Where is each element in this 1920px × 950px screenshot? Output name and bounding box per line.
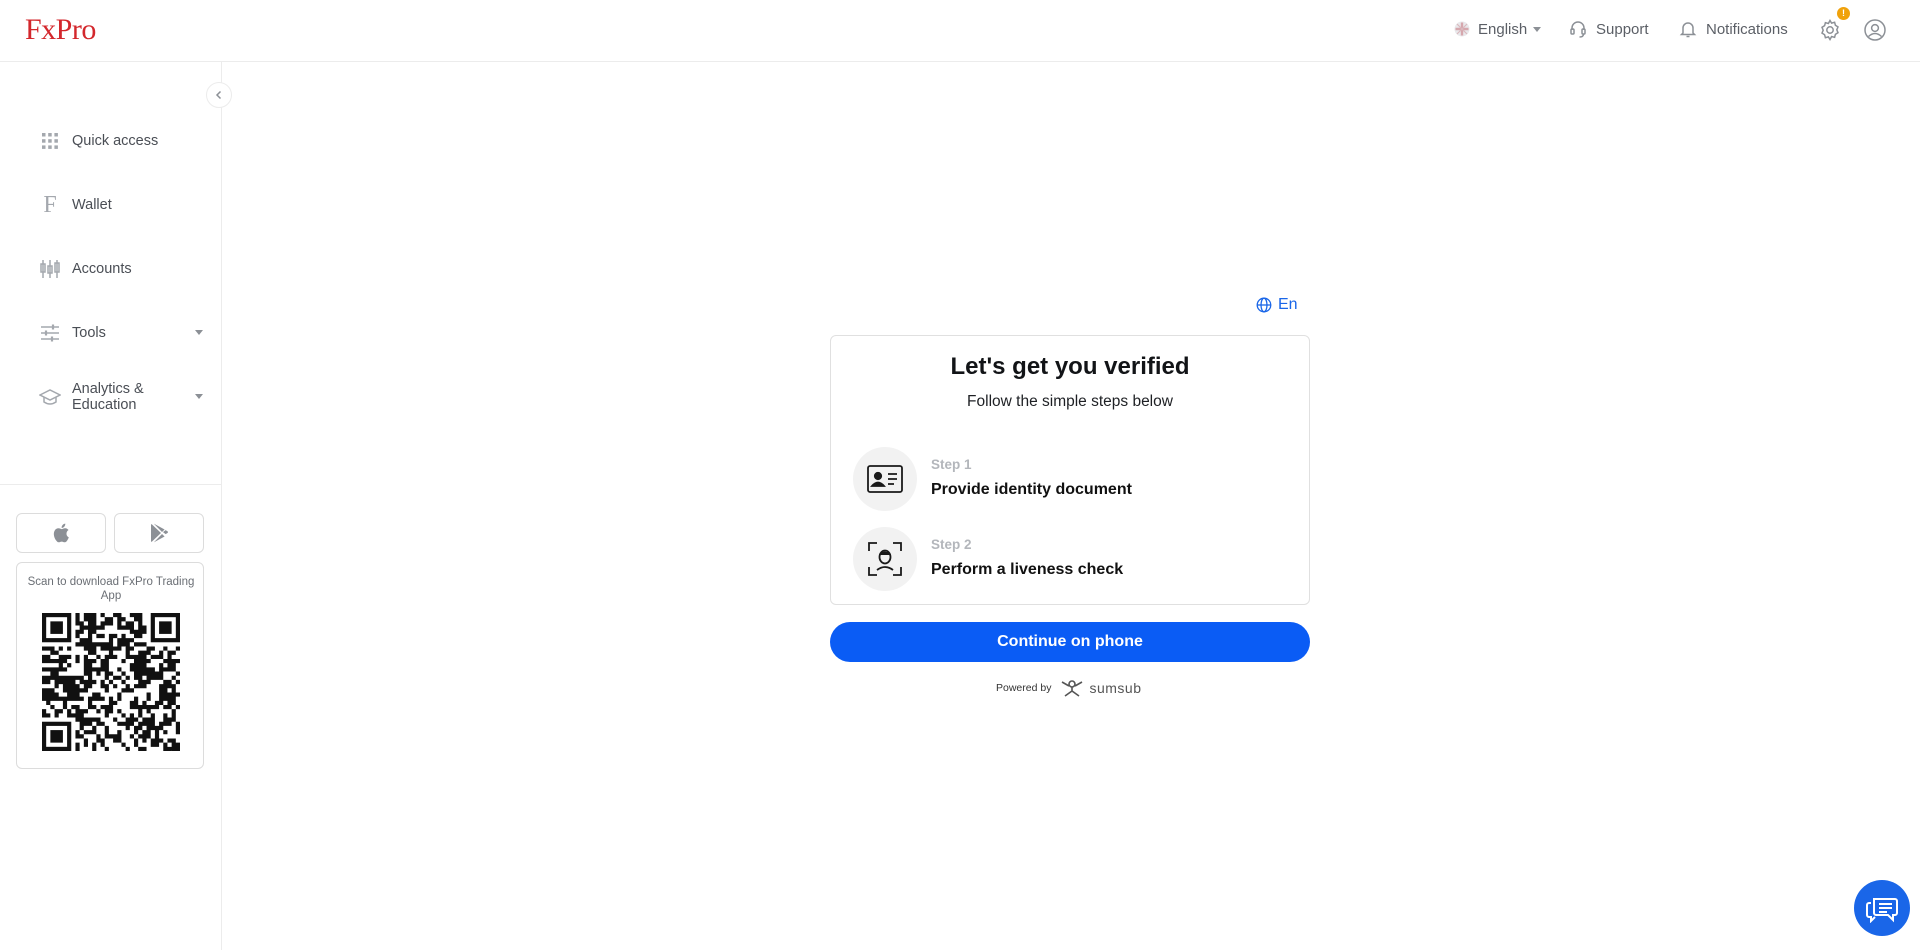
support-link[interactable]: Support (1568, 18, 1649, 40)
grid-icon (38, 129, 62, 153)
chevron-down-icon (195, 330, 203, 335)
verification-subtitle: Follow the simple steps below (967, 393, 1173, 410)
powered-by-sumsub: Powered by sumsub (996, 678, 1141, 698)
powered-by-label: Powered by (996, 682, 1052, 694)
sidebar-collapse-button[interactable] (206, 82, 232, 108)
sidebar-item-label: Quick access (72, 133, 159, 149)
chevron-left-icon (215, 90, 222, 100)
verification-title: Let's get you verified (950, 353, 1190, 380)
sidebar-item-quick-access[interactable]: Quick access (38, 121, 203, 161)
sidebar-item-accounts[interactable]: Accounts (38, 249, 203, 289)
notifications-link[interactable]: Notifications (1678, 18, 1788, 40)
sidebar-divider (0, 484, 221, 485)
bell-icon (1679, 22, 1697, 38)
step-number: Step 2 (931, 537, 972, 552)
verification-language-label: En (1278, 296, 1298, 313)
globe-icon (1256, 297, 1272, 313)
verification-language-selector[interactable]: En (1256, 296, 1298, 314)
uk-flag-icon (1454, 21, 1470, 37)
google-play-icon (151, 523, 168, 543)
fxpro-logo[interactable]: FxPro (25, 13, 96, 47)
qr-download-panel: Scan to download FxPro Trading App (16, 562, 204, 769)
language-selector[interactable]: English (1454, 18, 1542, 40)
sidebar-item-label: Analytics & Education (72, 381, 144, 413)
top-header: FxPro English Support Notifications ! (0, 0, 1920, 62)
qr-caption: Scan to download FxPro Trading App (27, 576, 195, 602)
sidebar-item-wallet[interactable]: F Wallet (38, 185, 203, 225)
face-scan-icon (853, 527, 917, 591)
chevron-down-icon (195, 394, 203, 399)
sumsub-logo-icon (1062, 680, 1083, 697)
apple-icon (53, 523, 69, 543)
qr-code (42, 613, 180, 751)
chevron-down-icon (1533, 26, 1542, 32)
chat-bubble-icon (1866, 898, 1898, 923)
graduation-cap-icon (38, 385, 62, 409)
candles-icon (38, 257, 62, 281)
sliders-icon (38, 321, 62, 345)
notifications-label: Notifications (1706, 20, 1788, 38)
language-label: English (1478, 20, 1528, 38)
step-number: Step 1 (931, 457, 972, 472)
sidebar: Quick access F Wallet Accounts Tools Ana… (0, 62, 222, 950)
id-card-icon (853, 447, 917, 511)
settings-badge: ! (1837, 7, 1850, 20)
step-label: Perform a liveness check (931, 561, 1124, 578)
fxpro-f-icon: F (43, 191, 57, 218)
user-profile-icon[interactable] (1863, 18, 1887, 42)
sumsub-brand: sumsub (1089, 680, 1142, 696)
sidebar-item-label: Tools (72, 325, 106, 341)
step-label: Provide identity document (931, 481, 1132, 498)
verification-step-2: Step 2 Perform a liveness check (853, 527, 1293, 591)
sidebar-item-label: Wallet (72, 197, 112, 213)
google-play-button[interactable] (114, 513, 204, 553)
gear-icon[interactable] (1818, 18, 1842, 42)
support-label: Support (1596, 20, 1649, 38)
chat-support-button[interactable] (1854, 880, 1910, 936)
continue-on-phone-button[interactable]: Continue on phone (830, 622, 1310, 662)
verification-step-1: Step 1 Provide identity document (853, 447, 1293, 511)
app-store-button[interactable] (16, 513, 106, 553)
headset-icon (1570, 21, 1586, 38)
verification-card: Let's get you verified Follow the simple… (830, 335, 1310, 605)
sidebar-item-analytics-education[interactable]: Analytics & Education (38, 377, 203, 417)
sidebar-item-tools[interactable]: Tools (38, 313, 203, 353)
sidebar-item-label: Accounts (72, 261, 132, 277)
